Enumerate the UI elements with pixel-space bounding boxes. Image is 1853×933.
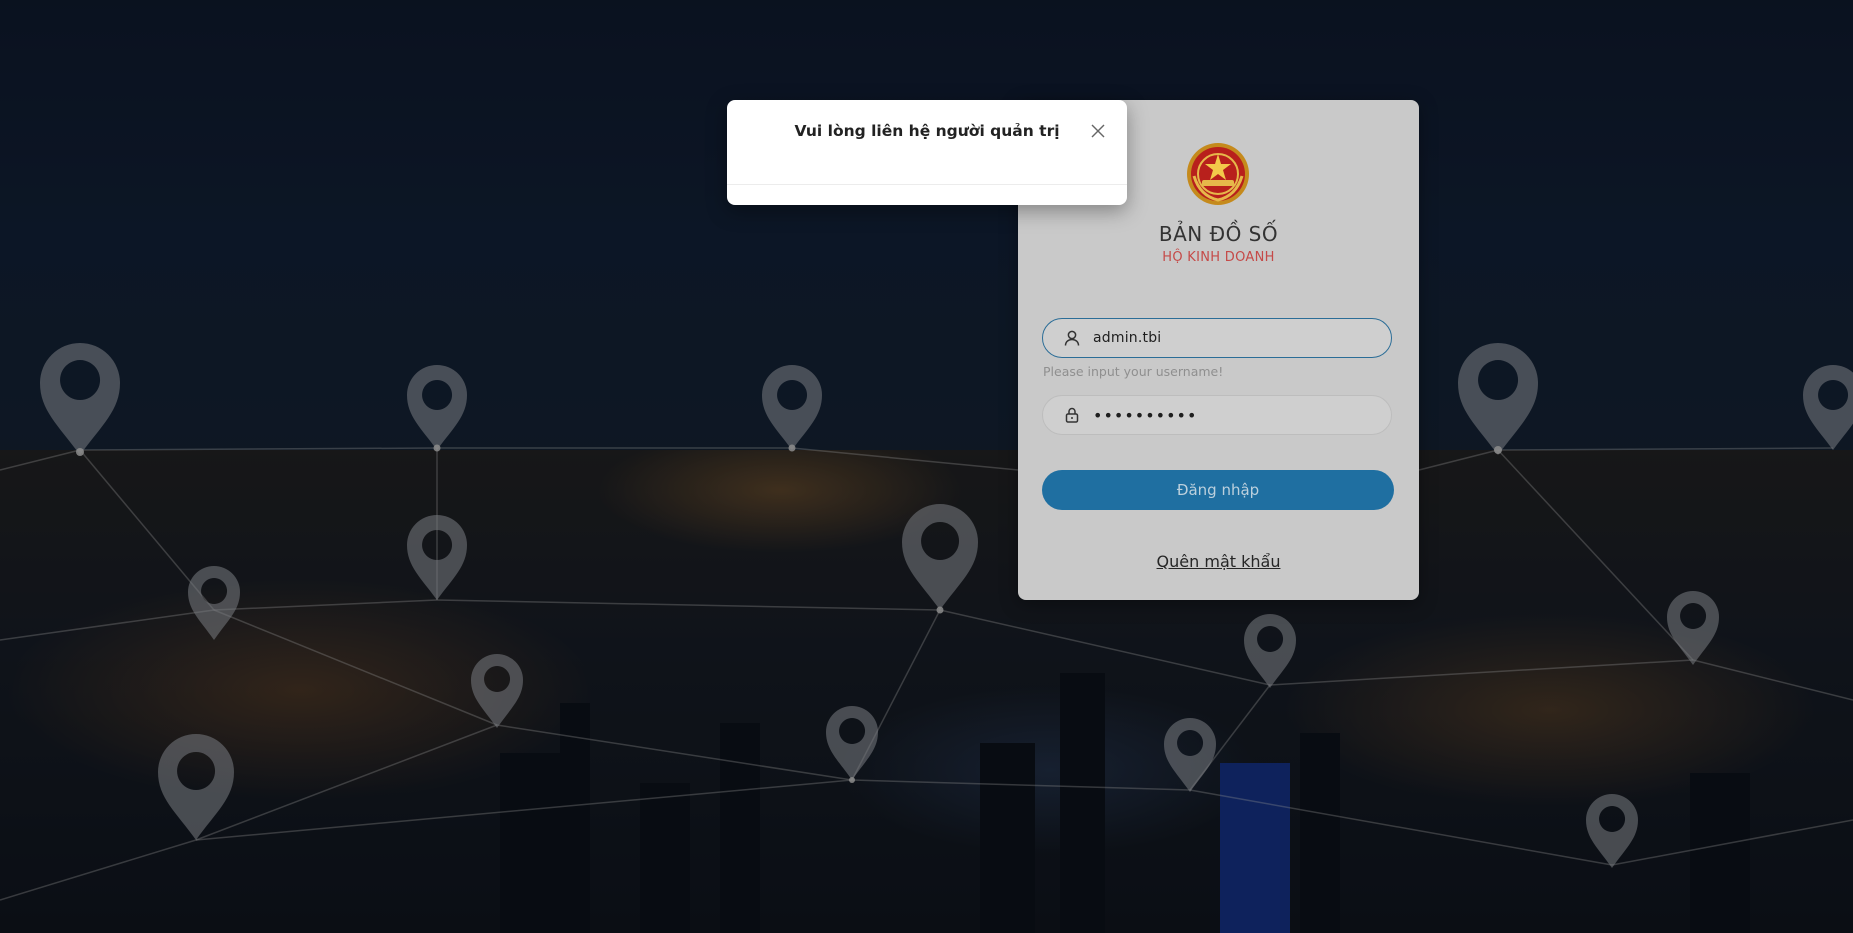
forgot-password-link[interactable]: Quên mật khẩu xyxy=(1018,552,1419,571)
lock-icon xyxy=(1063,406,1081,424)
close-icon[interactable] xyxy=(1088,121,1108,141)
app-title: BẢN ĐỒ SỐ xyxy=(1158,222,1279,246)
username-input[interactable] xyxy=(1093,330,1391,346)
app-subtitle: HỘ KINH DOANH xyxy=(1162,250,1275,265)
password-field[interactable] xyxy=(1042,395,1392,435)
modal-message: Vui lòng liên hệ người quản trị xyxy=(794,122,1060,140)
user-icon xyxy=(1063,329,1081,347)
modal-divider xyxy=(727,184,1127,185)
username-field[interactable] xyxy=(1042,318,1392,358)
national-emblem-icon xyxy=(1186,142,1250,206)
username-helper-text: Please input your username! xyxy=(1043,364,1224,379)
login-button[interactable]: Đăng nhập xyxy=(1042,470,1394,510)
alert-modal: Vui lòng liên hệ người quản trị xyxy=(727,100,1127,205)
password-input[interactable] xyxy=(1093,405,1391,425)
